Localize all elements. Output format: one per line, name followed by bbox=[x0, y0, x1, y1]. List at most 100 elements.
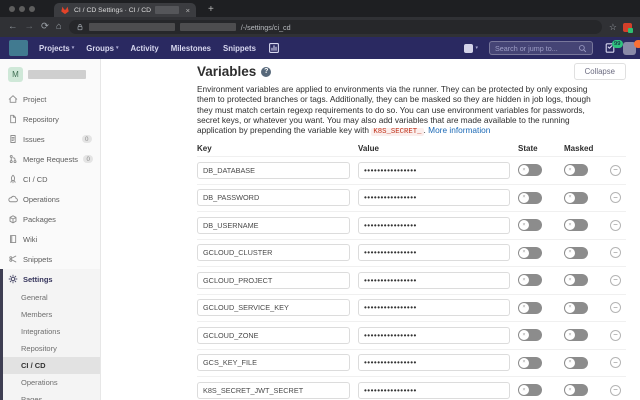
toggle-off-icon: × bbox=[565, 275, 575, 285]
variable-value-input[interactable] bbox=[358, 162, 510, 179]
variable-value-input[interactable] bbox=[358, 327, 510, 344]
sidebar-item[interactable]: Issues 0 bbox=[0, 129, 100, 149]
state-toggle[interactable]: × bbox=[518, 274, 542, 286]
masked-toggle[interactable]: × bbox=[564, 384, 588, 396]
back-icon[interactable]: ← bbox=[8, 22, 18, 32]
masked-toggle[interactable]: × bbox=[564, 164, 588, 176]
sidebar-item[interactable]: Packages bbox=[0, 209, 100, 229]
collapse-button[interactable]: Collapse bbox=[574, 63, 626, 80]
masked-toggle[interactable]: × bbox=[564, 274, 588, 286]
remove-variable-button[interactable]: − bbox=[610, 385, 621, 396]
variable-key-input[interactable] bbox=[197, 382, 350, 399]
sidebar-item[interactable]: Snippets bbox=[0, 249, 100, 269]
variable-key-input[interactable] bbox=[197, 217, 350, 234]
todos-button[interactable]: 99 bbox=[604, 42, 616, 54]
settings-subitem[interactable]: CI / CD bbox=[3, 357, 100, 374]
state-toggle[interactable]: × bbox=[518, 384, 542, 396]
masked-toggle[interactable]: × bbox=[564, 302, 588, 314]
masked-toggle[interactable]: × bbox=[564, 247, 588, 259]
remove-variable-button[interactable]: − bbox=[610, 330, 621, 341]
doc-icon bbox=[8, 114, 18, 124]
minimize-window-icon[interactable] bbox=[19, 6, 25, 12]
gitlab-logo[interactable] bbox=[9, 40, 28, 56]
navbar-menu-item[interactable]: Activity bbox=[131, 44, 159, 53]
variable-key-input[interactable] bbox=[197, 272, 350, 289]
variable-value-input[interactable] bbox=[358, 272, 510, 289]
state-toggle[interactable]: × bbox=[518, 192, 542, 204]
remove-variable-button[interactable]: − bbox=[610, 275, 621, 286]
browser-extension-icon[interactable] bbox=[623, 23, 632, 32]
variable-value-input[interactable] bbox=[358, 299, 510, 316]
count-badge: 0 bbox=[82, 135, 92, 143]
settings-subitem[interactable]: General bbox=[3, 289, 100, 306]
window-controls[interactable] bbox=[0, 0, 44, 17]
close-window-icon[interactable] bbox=[9, 6, 15, 12]
sidebar-item[interactable]: Repository bbox=[0, 109, 100, 129]
reload-icon[interactable]: ⟳ bbox=[41, 22, 49, 32]
new-tab-button[interactable]: + bbox=[208, 4, 214, 17]
home-icon[interactable]: ⌂ bbox=[56, 22, 62, 32]
variable-key-input[interactable] bbox=[197, 189, 350, 206]
project-header[interactable]: M bbox=[0, 59, 100, 89]
variable-row: × × − bbox=[197, 184, 626, 212]
maximize-window-icon[interactable] bbox=[29, 6, 35, 12]
remove-variable-button[interactable]: − bbox=[610, 165, 621, 176]
settings-subitem[interactable]: Integrations bbox=[3, 323, 100, 340]
variable-value-input[interactable] bbox=[358, 354, 510, 371]
masked-toggle[interactable]: × bbox=[564, 357, 588, 369]
settings-subitem[interactable]: Members bbox=[3, 306, 100, 323]
state-toggle[interactable]: × bbox=[518, 164, 542, 176]
sidebar-item[interactable]: Wiki bbox=[0, 229, 100, 249]
column-state: State bbox=[518, 144, 556, 153]
forward-icon[interactable]: → bbox=[25, 22, 35, 32]
tab-close-icon[interactable]: × bbox=[186, 6, 190, 15]
masked-toggle[interactable]: × bbox=[564, 192, 588, 204]
browser-tab[interactable]: CI / CD Settings · CI / CD × bbox=[54, 3, 196, 17]
user-avatar[interactable] bbox=[623, 42, 636, 55]
navbar-menu-item[interactable]: Groups▾ bbox=[86, 44, 118, 53]
state-toggle[interactable]: × bbox=[518, 219, 542, 231]
variable-value-input[interactable] bbox=[358, 189, 510, 206]
search-input[interactable] bbox=[495, 44, 578, 53]
settings-subitem[interactable]: Operations bbox=[3, 374, 100, 391]
variable-key-input[interactable] bbox=[197, 162, 350, 179]
apps-dropdown[interactable]: ▾ bbox=[464, 44, 478, 53]
masked-toggle[interactable]: × bbox=[564, 329, 588, 341]
sidebar-item[interactable]: CI / CD bbox=[0, 169, 100, 189]
navbar-menu-item[interactable]: Snippets bbox=[223, 44, 256, 53]
scissors-icon bbox=[8, 254, 18, 264]
variable-key-input[interactable] bbox=[197, 244, 350, 261]
settings-subitem[interactable]: Repository bbox=[3, 340, 100, 357]
global-search[interactable] bbox=[489, 41, 593, 55]
variable-key-input[interactable] bbox=[197, 299, 350, 316]
sidebar-item[interactable]: Project bbox=[0, 89, 100, 109]
state-toggle[interactable]: × bbox=[518, 247, 542, 259]
remove-variable-button[interactable]: − bbox=[610, 192, 621, 203]
charts-icon[interactable] bbox=[268, 42, 280, 54]
sidebar-item[interactable]: Operations bbox=[0, 189, 100, 209]
navbar-menu-item[interactable]: Projects▾ bbox=[39, 44, 74, 53]
remove-variable-button[interactable]: − bbox=[610, 302, 621, 313]
settings-subitem[interactable]: Pages bbox=[3, 391, 100, 400]
remove-variable-button[interactable]: − bbox=[610, 357, 621, 368]
address-bar[interactable]: /-/settings/ci_cd bbox=[69, 20, 602, 34]
state-toggle[interactable]: × bbox=[518, 357, 542, 369]
more-information-link[interactable]: More information bbox=[428, 125, 490, 135]
remove-variable-button[interactable]: − bbox=[610, 247, 621, 258]
sidebar-item[interactable]: Merge Requests 0 bbox=[0, 149, 100, 169]
redacted-project-name bbox=[28, 70, 86, 79]
variable-value-input[interactable] bbox=[358, 382, 510, 399]
masked-toggle[interactable]: × bbox=[564, 219, 588, 231]
variable-key-input[interactable] bbox=[197, 327, 350, 344]
help-icon[interactable]: ? bbox=[261, 67, 271, 77]
variable-value-input[interactable] bbox=[358, 244, 510, 261]
variable-value-input[interactable] bbox=[358, 217, 510, 234]
state-toggle[interactable]: × bbox=[518, 302, 542, 314]
notification-badge bbox=[634, 40, 640, 48]
state-toggle[interactable]: × bbox=[518, 329, 542, 341]
bookmark-star-icon[interactable]: ☆ bbox=[609, 22, 617, 33]
sidebar-item-settings[interactable]: Settings bbox=[3, 269, 100, 289]
navbar-menu-item[interactable]: Milestones bbox=[171, 44, 211, 53]
remove-variable-button[interactable]: − bbox=[610, 220, 621, 231]
variable-key-input[interactable] bbox=[197, 354, 350, 371]
